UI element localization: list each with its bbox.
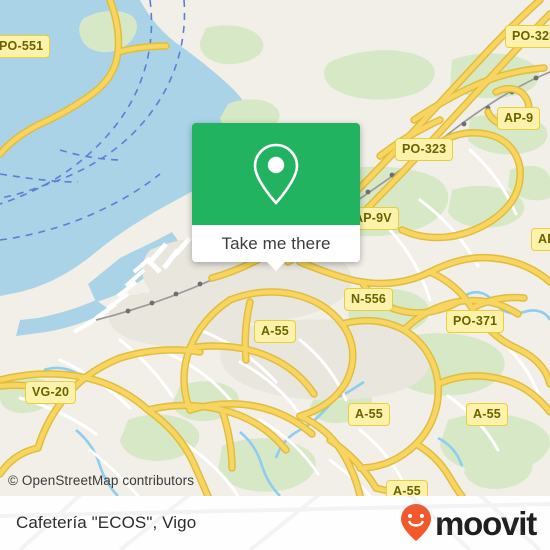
- callout-card-header: [192, 123, 360, 225]
- road-shield-ap-9-n: AP-9: [497, 107, 541, 130]
- road-shield-n-556: N-556: [344, 288, 394, 311]
- road-shield-po-323-n: PO-323: [505, 25, 550, 48]
- map-screen: PO-551 PO-323 AP-9 PO-323 AP-9V AP-9 N-5…: [0, 0, 550, 550]
- place-name-label: Cafetería "ECOS", Vigo: [16, 513, 197, 532]
- take-me-there-label: Take me there: [221, 233, 331, 253]
- road-shield-a-55-w: A-55: [254, 320, 296, 343]
- map-canvas[interactable]: PO-551 PO-323 AP-9 PO-323 AP-9V AP-9 N-5…: [0, 0, 550, 496]
- road-shield-po-551: PO-551: [0, 35, 51, 58]
- callout-tail: [266, 261, 286, 271]
- bottom-info-bar: Cafetería "ECOS", Vigo moovit: [0, 496, 550, 550]
- moovit-pin-icon: [401, 504, 432, 541]
- road-shield-vg-20: VG-20: [25, 381, 77, 404]
- callout-card-action[interactable]: Take me there: [192, 225, 360, 271]
- road-shield-po-371: PO-371: [446, 310, 505, 333]
- road-shield-po-323: PO-323: [395, 138, 454, 161]
- road-shield-ap-9-e: AP-9: [531, 228, 550, 251]
- road-shield-a-55-e: A-55: [466, 403, 508, 426]
- map-attribution[interactable]: © OpenStreetMap contributors: [8, 473, 194, 488]
- location-pin-icon: [253, 143, 299, 205]
- moovit-logo[interactable]: moovit: [399, 503, 537, 543]
- moovit-wordmark: moovit: [435, 504, 537, 542]
- destination-callout-card[interactable]: Take me there: [192, 123, 360, 271]
- road-shield-a-55-s: A-55: [386, 480, 428, 496]
- road-shield-a-55-c: A-55: [348, 403, 390, 426]
